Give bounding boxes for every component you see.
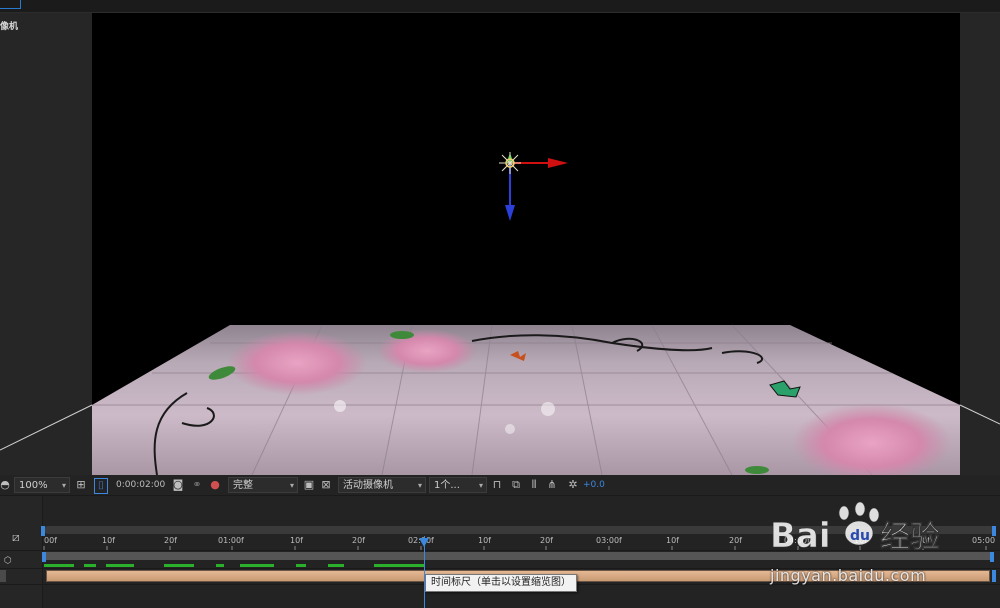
zoom-select[interactable]: 100% ▾ [14,477,70,493]
top-bar [0,0,1000,13]
current-time[interactable]: 0:00:02:00 [116,477,165,493]
tick-label: 10f [102,536,115,545]
timeline-left-column: ⧄ ⬡ [0,496,43,608]
tick-label: 20f [729,536,742,545]
region-of-interest-icon[interactable]: ▣ [302,478,316,494]
resolution-value: 完整 [233,480,253,491]
chevron-down-icon: ▾ [417,481,422,490]
pixel-aspect-icon[interactable]: ⊓ [490,478,504,494]
tab-indicator [0,0,21,9]
tick-label: 00f [44,536,57,545]
work-area-end[interactable] [990,552,994,562]
right-panel [960,13,1000,475]
tick-label: 20f [917,536,930,545]
chevron-down-icon: ▾ [61,481,66,490]
exposure-reset-icon[interactable]: ✲ [566,478,580,494]
transparency-grid-icon[interactable]: ⊠ [319,478,333,494]
chevron-down-icon: ▾ [289,481,294,490]
timeline-toggle-icon[interactable]: ⫴ [527,478,541,494]
tick-label: 20f [164,536,177,545]
playhead-handle[interactable] [419,538,429,547]
tick-label: 03:00f [596,536,622,545]
composition-viewport[interactable] [92,13,960,475]
exposure-value[interactable]: +0.0 [583,477,605,493]
scene-render [92,152,960,475]
view-layout-value: 1个... [434,480,460,491]
tick-label: 20f [352,536,365,545]
view-layout-select[interactable]: 1个... ▾ [429,477,487,493]
zoom-value: 100% [19,480,48,491]
work-area-bar[interactable] [44,552,994,560]
tick-label: 20f [540,536,553,545]
tick-label: 10f [290,536,303,545]
viewer-toolbar: ◓ 100% ▾ ⊞ ⌷ 0:00:02:00 ◙ ⚭ ● 完整 ▾ ▣ ⊠ 活… [0,475,1000,496]
safe-zones-icon[interactable]: ⊞ [74,478,88,494]
3d-cube-icon[interactable]: ⬡ [4,556,12,566]
axis-gizmo [499,152,568,221]
panel-label: 像机 [0,22,19,32]
fast-preview-icon[interactable]: ⧉ [509,478,523,494]
tick-label: 01:00f [218,536,244,545]
work-area-start[interactable] [42,552,46,562]
tick-label: 04:00f [784,536,810,545]
glasses-icon[interactable]: ◓ [0,478,12,494]
layer-out-point[interactable] [992,570,996,582]
tick-label: 10f [666,536,679,545]
resolution-select[interactable]: 完整 ▾ [228,477,298,493]
time-navigator[interactable] [44,526,994,534]
camera-view-value: 活动摄像机 [343,480,393,491]
camera-view-select[interactable]: 活动摄像机 ▾ [338,477,426,493]
watermark-url: jingyan.baidu.com [770,566,927,585]
show-snapshot-icon[interactable]: ⚭ [190,478,204,494]
tick-label: 05:00 [972,536,996,545]
tick-label: 10f [854,536,867,545]
tick-label: 10f [478,536,491,545]
time-ruler-tooltip: 时间标尺（单击以设置缩览图） [425,574,577,592]
channel-color-icon[interactable]: ● [208,478,222,494]
time-ruler[interactable]: 00f 10f 20f 01:00f 10f 20f 02:00f 10f 20… [42,534,1000,550]
camera-snapshot-icon[interactable]: ◙ [171,478,185,494]
layer-label-swatch [0,570,6,582]
chevron-down-icon: ▾ [478,481,483,490]
mask-visibility-icon[interactable]: ⌷ [94,478,108,494]
left-panel: 像机 [0,13,92,475]
comp-mini-flowchart-icon[interactable]: ⧄ [12,530,20,545]
rose-left [227,331,367,395]
flowchart-icon[interactable]: ⋔ [545,478,559,494]
